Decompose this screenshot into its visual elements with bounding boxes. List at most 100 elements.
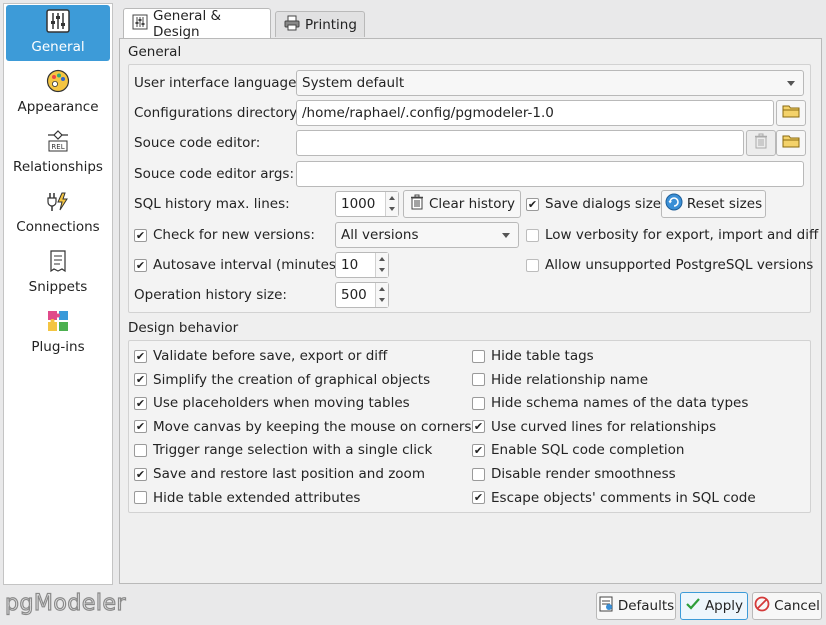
source-editor-args-label: Souce code editor args: [134,166,295,182]
design-option-label: Use curved lines for relationships [491,418,717,435]
clear-history-label: Clear history [428,196,516,212]
config-dir-field[interactable]: /home/raphael/.config/pgmodeler-1.0 [296,100,774,126]
sql-history-spinbox[interactable]: 1000 [335,191,399,217]
tab-general-design[interactable]: General & Design [123,7,271,40]
source-editor-field[interactable] [296,130,744,156]
source-editor-args-field[interactable] [296,161,804,187]
op-history-spinbox[interactable]: 500 [335,282,389,308]
design-option-checkbox[interactable]: Save and restore last position and zoom [134,466,425,482]
sidebar-item-general[interactable]: General [6,5,110,61]
folder-icon [782,103,800,123]
save-dialogs-checkbox[interactable]: Save dialogs sizes [526,196,668,212]
sidebar-item-connections[interactable]: Connections [6,185,110,241]
checkbox-box[interactable] [134,373,147,387]
spin-buttons[interactable] [385,192,398,216]
design-option-checkbox[interactable]: Use placeholders when moving tables [134,395,410,411]
sidebar-item-label: General [31,39,85,55]
sidebar-item-appearance[interactable]: Appearance [6,65,110,121]
checkbox-box[interactable] [526,228,539,242]
checkbox-box[interactable] [472,420,485,434]
open-config-dir-button[interactable] [776,100,806,126]
cancel-button[interactable]: Cancel [752,592,822,620]
chevron-down-icon [787,81,795,86]
checkbox-box[interactable] [134,258,147,272]
checkbox-box[interactable] [134,467,147,481]
design-option-label: Hide table tags [491,348,594,364]
versions-select[interactable]: All versions [335,222,519,248]
design-option-label: Validate before save, export or diff [153,348,388,364]
checkbox-box[interactable] [526,258,539,272]
design-option-checkbox[interactable]: Disable render smoothness [472,466,676,482]
checkbox-box[interactable] [134,491,147,505]
sql-history-value: 1000 [341,196,376,212]
defaults-label: Defaults [617,598,675,614]
design-option-checkbox[interactable]: Validate before save, export or diff [134,348,387,364]
sidebar-item-plugins[interactable]: Plug-ins [6,305,110,361]
low-verbosity-checkbox[interactable]: Low verbosity for export, import and dif… [526,227,818,243]
sidebar-item-label: Connections [16,219,100,235]
trash-icon [409,194,425,214]
tab-printing[interactable]: Printing [275,11,365,37]
sidebar-item-relationships[interactable]: REL Relationships [6,125,110,181]
palette-icon [46,69,70,93]
checkbox-box[interactable] [472,373,485,387]
ui-language-value: System default [302,75,405,91]
checkbox-box[interactable] [472,467,485,481]
design-option-label: Disable render smoothness [491,466,676,482]
design-option-checkbox[interactable]: Trigger range selection with a single cl… [134,442,432,458]
checkbox-box[interactable] [134,443,147,457]
check-icon [685,596,701,616]
checkbox-box[interactable] [472,349,485,363]
design-option-label: Enable SQL code completion [491,442,685,459]
design-option-label: Escape objects' comments in SQL code [491,489,756,506]
cancel-label: Cancel [774,598,820,614]
checkbox-box[interactable] [526,197,539,211]
check-versions-checkbox[interactable]: Check for new versions: [134,227,315,243]
checkbox-box[interactable] [472,396,485,410]
trash-icon [753,133,769,153]
design-option-checkbox[interactable]: Use curved lines for relationships [472,419,716,435]
spin-buttons[interactable] [375,283,388,307]
tab-label: Printing [305,16,357,33]
clear-history-button[interactable]: Clear history [403,190,521,218]
design-option-checkbox[interactable]: Simplify the creation of graphical objec… [134,372,430,388]
spin-buttons[interactable] [375,253,388,277]
autosave-spinbox[interactable]: 10 [335,252,389,278]
design-option-checkbox[interactable]: Hide schema names of the data types [472,395,748,411]
design-option-checkbox[interactable]: Escape objects' comments in SQL code [472,490,756,506]
ui-language-select[interactable]: System default [296,70,804,96]
op-history-label: Operation history size: [134,287,287,303]
low-verbosity-label: Low verbosity for export, import and dif… [545,227,819,243]
design-option-checkbox[interactable]: Hide table tags [472,348,594,364]
tab-label: General & Design [153,7,222,40]
design-option-checkbox[interactable]: Enable SQL code completion [472,442,684,458]
autosave-checkbox[interactable]: Autosave interval (minutes): [134,257,346,273]
design-option-label: Hide table extended attributes [153,489,361,506]
sidebar-item-label: Plug-ins [31,339,85,355]
checkbox-box[interactable] [134,396,147,410]
checkbox-box[interactable] [134,420,147,434]
checkbox-box[interactable] [472,443,485,457]
design-option-checkbox[interactable]: Hide relationship name [472,372,648,388]
browse-source-editor-button[interactable] [776,130,806,156]
design-group-title: Design behavior [128,320,239,336]
checkbox-box[interactable] [134,349,147,363]
checkbox-box[interactable] [134,228,147,242]
versions-value: All versions [341,227,419,243]
allow-unsupported-checkbox[interactable]: Allow unsupported PostgreSQL versions [526,257,813,273]
design-option-label: Simplify the creation of graphical objec… [153,371,431,388]
clear-source-editor-button[interactable] [746,130,776,156]
design-option-checkbox[interactable]: Move canvas by keeping the mouse on corn… [134,419,471,435]
checkbox-box[interactable] [472,491,485,505]
apply-button[interactable]: Apply [680,592,748,620]
svg-text:REL: REL [51,143,64,151]
ui-language-label: User interface language: [134,75,301,91]
chevron-down-icon [502,233,510,238]
apply-label: Apply [704,598,744,614]
defaults-button[interactable]: Defaults [596,592,676,620]
sidebar-item-snippets[interactable]: Snippets [6,245,110,301]
design-option-checkbox[interactable]: Hide table extended attributes [134,490,360,506]
reset-sizes-button[interactable]: Reset sizes [661,190,766,218]
sidebar-item-label: Snippets [28,279,88,295]
source-editor-label: Souce code editor: [134,135,261,151]
